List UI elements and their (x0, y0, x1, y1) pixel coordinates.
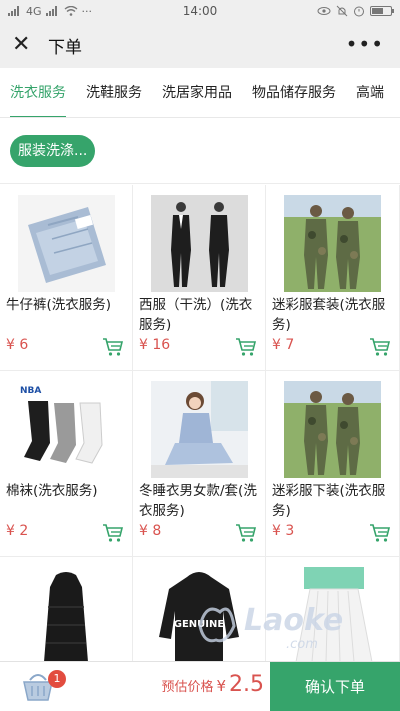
alarm-icon (354, 6, 364, 17)
estimate-currency: ¥ (216, 677, 226, 695)
tab-storage[interactable]: 物品储存服务 (242, 68, 346, 117)
confirm-order-button[interactable]: 确认下单 (270, 662, 400, 711)
status-bar: 4G ··· 14:00 (0, 0, 400, 22)
tab-laundry[interactable]: 洗衣服务 (0, 68, 76, 117)
product-grid: 牛仔裤(洗衣服务) ¥ 6 西服（干洗）(洗衣服务) ¥ 16 迷彩服套装(洗衣… (0, 185, 400, 711)
mute-icon (336, 5, 348, 17)
product-name: 牛仔裤(洗衣服务) (6, 297, 112, 313)
hoodie-image: GENUINE (151, 567, 248, 664)
wifi-icon (64, 6, 77, 16)
estimate-amount: 2.5 (229, 672, 264, 697)
product-card[interactable]: 牛仔裤(洗衣服务) ¥ 6 (0, 185, 133, 371)
tab-shoes[interactable]: 洗鞋服务 (76, 68, 152, 117)
product-price: ¥ 2 (6, 523, 29, 539)
page-title: 下单 (48, 37, 82, 58)
product-price: ¥ 6 (6, 337, 29, 353)
product-card[interactable]: NBA 棉袜(洗衣服务) ¥ 2 (0, 371, 133, 557)
close-icon[interactable]: ✕ (12, 34, 36, 56)
product-price: ¥ 7 (272, 337, 295, 353)
nba-logo: NBA (20, 386, 41, 396)
add-to-cart-icon[interactable] (102, 337, 124, 357)
cart-count-badge: 1 (48, 670, 66, 688)
suit-image (151, 195, 248, 292)
checkout-bar: 1 预估价格 ¥ 2.5 确认下单 (0, 661, 400, 711)
filter-row: 服装洗涤... (0, 118, 400, 184)
tab-premium[interactable]: 高端 (346, 68, 394, 117)
camo-pants-image (284, 381, 381, 478)
status-right (317, 5, 394, 17)
product-price: ¥ 16 (139, 337, 171, 353)
more-options-icon[interactable]: ••• (346, 32, 384, 56)
estimated-price: 预估价格 ¥ 2.5 (161, 672, 264, 697)
tab-home-items[interactable]: 洗居家用品 (152, 68, 242, 117)
skirt-image (284, 567, 381, 664)
product-card[interactable]: 冬睡衣男女款/套(洗衣服务) ¥ 8 (133, 371, 266, 557)
add-to-cart-icon[interactable] (235, 523, 257, 543)
camo-uniform-image (284, 195, 381, 292)
page: 4G ··· 14:00 ✕ 下单 ••• 洗衣服务 洗鞋服务 洗居家用品 物品… (0, 0, 400, 711)
product-price: ¥ 8 (139, 523, 162, 539)
pajamas-image (151, 381, 248, 478)
product-card[interactable]: 西服（干洗）(洗衣服务) ¥ 16 (133, 185, 266, 371)
down-coat-image (18, 567, 115, 664)
status-left: 4G ··· (8, 5, 92, 18)
signal-icon-2 (45, 6, 57, 16)
add-to-cart-icon[interactable] (369, 523, 391, 543)
product-name: 迷彩服套装(洗衣服务) (272, 297, 386, 333)
signal-icon (8, 6, 19, 16)
filter-chip[interactable]: 服装洗涤... (10, 135, 96, 167)
product-name: 棉袜(洗衣服务) (6, 483, 98, 499)
product-name: 迷彩服下装(洗衣服务) (272, 483, 386, 519)
battery-icon (370, 6, 394, 16)
jeans-image (18, 195, 115, 292)
carrier-label: 4G (26, 4, 42, 18)
add-to-cart-icon[interactable] (369, 337, 391, 357)
product-price: ¥ 3 (272, 523, 295, 539)
product-card[interactable]: 迷彩服下装(洗衣服务) ¥ 3 (266, 371, 400, 557)
product-card[interactable]: 迷彩服套装(洗衣服务) ¥ 7 (266, 185, 400, 371)
add-to-cart-icon[interactable] (235, 337, 257, 357)
socks-image: NBA (18, 381, 115, 478)
product-name: 冬睡衣男女款/套(洗衣服务) (139, 483, 257, 519)
category-tabs: 洗衣服务 洗鞋服务 洗居家用品 物品储存服务 高端 (0, 68, 400, 118)
eye-icon (317, 7, 331, 15)
title-bar: ✕ 下单 ••• (0, 22, 400, 68)
product-name: 西服（干洗）(洗衣服务) (139, 297, 253, 333)
estimate-label: 预估价格 (161, 680, 214, 695)
hoodie-print: GENUINE (174, 619, 225, 630)
dots-icon: ··· (81, 4, 93, 18)
add-to-cart-icon[interactable] (102, 523, 124, 543)
